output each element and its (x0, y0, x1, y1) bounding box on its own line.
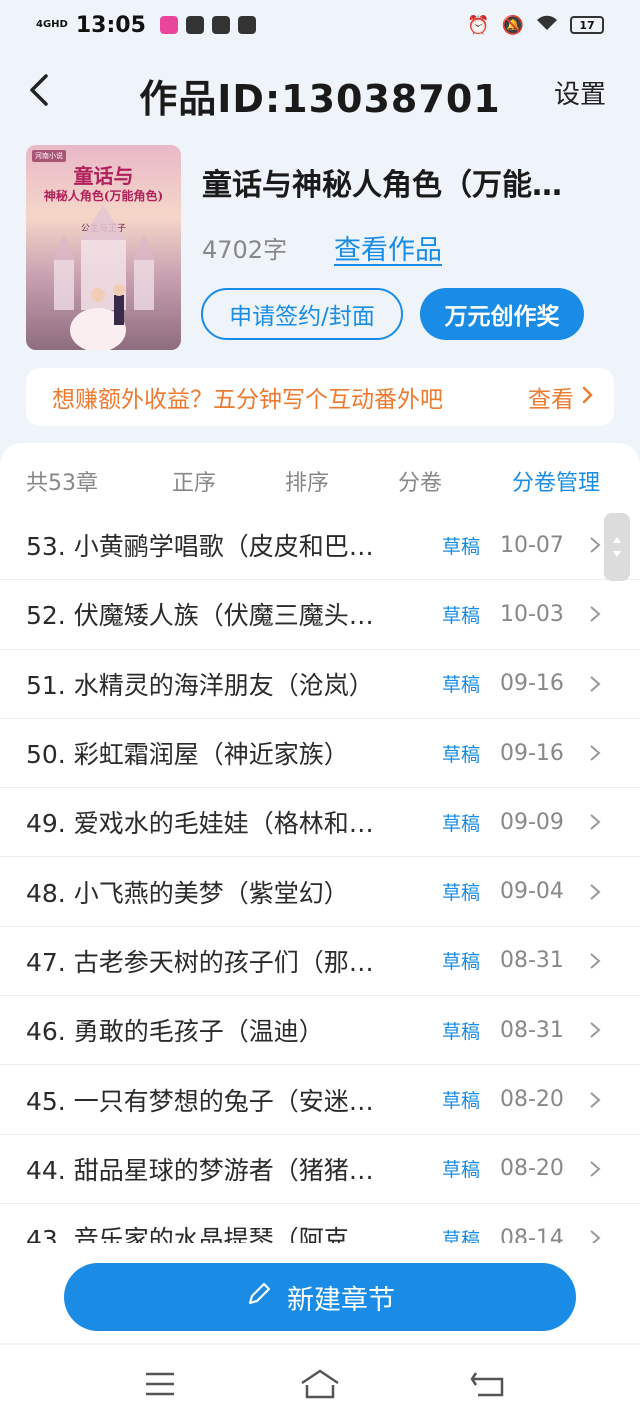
chapter-status: 草稿 (442, 812, 481, 835)
chapter-status: 草稿 (442, 1090, 481, 1113)
chevron-right-icon (590, 1022, 601, 1038)
chapter-row[interactable]: 46. 勇敢的毛孩子（温迪） 草稿 08-31 (0, 996, 640, 1066)
chapter-count: 共53章 (26, 471, 98, 496)
chevron-right-icon (590, 606, 601, 623)
chapter-status: 草稿 (442, 743, 481, 766)
chevron-right-icon (590, 814, 601, 831)
chapter-date: 09-04 (500, 879, 564, 905)
chapter-status: 草稿 (442, 1159, 481, 1182)
chapter-title: 52. 伏魔矮人族（伏魔三魔头… (26, 601, 374, 631)
chevron-right-icon (590, 1091, 601, 1108)
chapter-status: 草稿 (442, 535, 481, 558)
chapter-date: 09-16 (500, 740, 564, 766)
chapter-row[interactable]: 52. 伏魔矮人族（伏魔三魔头… 草稿 10-03 (0, 580, 640, 650)
chevron-right-icon (590, 953, 601, 969)
system-navbar (0, 1345, 640, 1422)
chapter-toolbar: 共53章 正序 排序 分卷 分卷管理 (0, 461, 640, 501)
chapter-date: 08-31 (500, 948, 564, 974)
wifi-icon (536, 15, 558, 36)
chapter-status: 草稿 (442, 951, 481, 974)
chapter-row[interactable]: 51. 水精灵的海洋朋友（沧岚） 草稿 09-16 (0, 650, 640, 719)
app-notification-icon (159, 16, 178, 34)
scroll-thumb[interactable] (604, 513, 630, 581)
chevron-right-icon (590, 537, 601, 553)
new-chapter-button[interactable]: 新建章节 (64, 1263, 576, 1331)
new-chapter-label: 新建章节 (287, 1284, 395, 1316)
settings-button[interactable]: 设置 (554, 74, 606, 111)
chapter-row[interactable]: 50. 彩虹霜润屋（神近家族） 草稿 09-16 (0, 719, 640, 789)
chapter-status: 草稿 (442, 604, 481, 627)
menu-icon[interactable] (144, 1371, 176, 1397)
chevron-right-icon (590, 675, 601, 692)
chapter-status: 草稿 (442, 674, 481, 697)
chapter-title: 53. 小黄鹂学唱歌（皮皮和巴… (26, 532, 374, 562)
castle-illustration (54, 205, 154, 350)
sort-button[interactable]: 排序 (285, 465, 329, 497)
chapter-title: 44. 甜品星球的梦游者（猪猪… (26, 1155, 374, 1185)
alarm-icon: ⏰ (467, 14, 490, 36)
chapter-title: 50. 彩虹霜润屋（神近家族） (26, 740, 349, 770)
order-button[interactable]: 正序 (172, 465, 216, 497)
chapter-date: 08-14 (500, 1225, 564, 1243)
chapter-status: 草稿 (442, 1020, 481, 1043)
home-icon[interactable] (299, 1367, 341, 1401)
promo-view-link[interactable]: 查看 (528, 380, 574, 414)
promo-text: 想赚额外收益？五分钟写个互动番外吧 (52, 387, 443, 413)
network-indicator: 4GHD (36, 19, 68, 30)
word-count: 4702字 (202, 236, 288, 264)
chapter-panel: 共53章 正序 排序 分卷 分卷管理 53. 小黄鹂学唱歌（皮皮和巴… 草稿 1… (0, 443, 640, 1343)
chapter-title: 51. 水精灵的海洋朋友（沧岚） (26, 670, 374, 700)
volume-button[interactable]: 分卷 (398, 465, 442, 497)
chapter-status: 草稿 (442, 882, 481, 905)
chapter-title: 47. 古老参天树的孩子们（那… (26, 947, 374, 977)
chevron-right-icon (590, 1161, 601, 1177)
page-title: 作品ID:13038701 (139, 77, 501, 121)
chapter-row[interactable]: 44. 甜品星球的梦游者（猪猪… 草稿 08-20 (0, 1135, 640, 1204)
header: 作品ID:13038701 设置 (0, 56, 640, 126)
vivo-app-icon (211, 16, 230, 34)
chapter-date: 08-20 (500, 1156, 564, 1182)
chapter-title: 43. 音乐家的水晶提琴（阿克… (26, 1225, 374, 1243)
chevron-right-icon (590, 745, 601, 761)
chapter-row[interactable]: 43. 音乐家的水晶提琴（阿克… 草稿 08-14 (0, 1204, 640, 1243)
battery-indicator: 17 (570, 16, 604, 34)
chevron-right-icon (582, 385, 594, 409)
chapter-title: 46. 勇敢的毛孩子（温迪） (26, 1017, 324, 1047)
clock: 13:05 (75, 12, 146, 38)
chapter-date: 08-31 (500, 1017, 564, 1043)
chevron-right-icon (590, 1230, 601, 1243)
promo-banner[interactable]: 想赚额外收益？五分钟写个互动番外吧 查看 (26, 368, 614, 426)
apply-sign-button[interactable]: 申请签约/封面 (201, 288, 403, 340)
chapter-date: 09-16 (500, 671, 564, 697)
work-cover[interactable]: 河南小说 童话与 神秘人角色(万能角色) 公主与王子 (26, 145, 181, 350)
volume-manage-button[interactable]: 分卷管理 (512, 465, 600, 497)
back-nav-icon[interactable] (470, 1369, 506, 1399)
work-name: 童话与神秘人角色（万能… (202, 168, 562, 203)
chapter-row[interactable]: 53. 小黄鹂学唱歌（皮皮和巴… 草稿 10-07 (0, 511, 640, 581)
chapter-row[interactable]: 48. 小飞燕的美梦（紫堂幻） 草稿 09-04 (0, 857, 640, 927)
chapter-title: 45. 一只有梦想的兔子（安迷… (26, 1086, 374, 1116)
chapter-date: 09-09 (500, 809, 564, 835)
creation-award-button[interactable]: 万元创作奖 (420, 288, 584, 340)
play-app-icon (185, 16, 204, 34)
chapter-row[interactable]: 47. 古老参天树的孩子们（那… 草稿 08-31 (0, 927, 640, 997)
chapter-date: 10-07 (500, 532, 564, 558)
mute-icon: 🔕 (501, 14, 524, 36)
chevron-right-icon (590, 883, 601, 900)
pencil-icon (245, 1280, 273, 1315)
chapter-title: 49. 爱戏水的毛娃娃（格林和… (26, 809, 374, 839)
view-work-link[interactable]: 查看作品 (334, 228, 442, 267)
status-bar: 4GHD 13:05 ⏰ 🔕 17 (0, 0, 640, 50)
chapter-status: 草稿 (442, 1228, 481, 1243)
chapter-date: 10-03 (500, 601, 564, 627)
chapter-list: 53. 小黄鹂学唱歌（皮皮和巴… 草稿 10-07 52. 伏魔矮人族（伏魔三魔… (0, 511, 640, 1243)
chapter-row[interactable]: 45. 一只有梦想的兔子（安迷… 草稿 08-20 (0, 1065, 640, 1135)
chapter-row[interactable]: 49. 爱戏水的毛娃娃（格林和… 草稿 09-09 (0, 788, 640, 858)
chapter-date: 08-20 (500, 1087, 564, 1113)
chapter-title: 48. 小飞燕的美梦（紫堂幻） (26, 878, 349, 908)
link-app-icon (237, 16, 256, 34)
